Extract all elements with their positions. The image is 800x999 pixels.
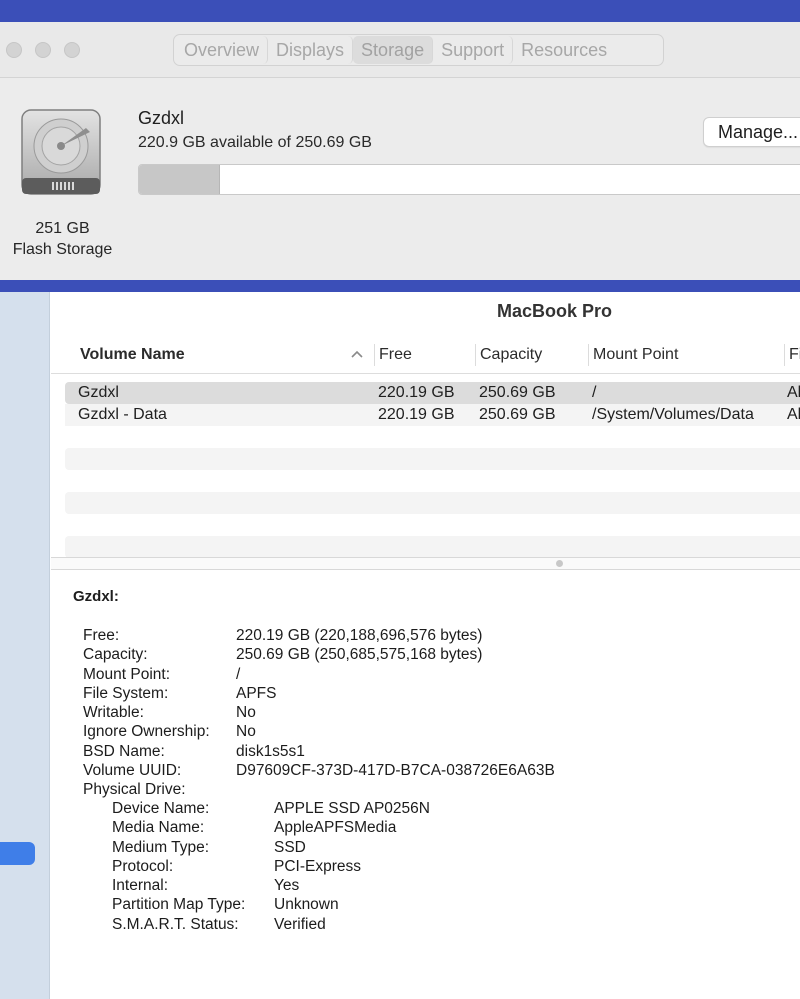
window-title: MacBook Pro (497, 301, 613, 321)
storage-used-segment (139, 165, 220, 194)
detail-label: File System: (83, 684, 169, 702)
tab-resources[interactable]: Resources (513, 36, 615, 64)
physical-drive-values: APPLE SSD AP0256N AppleAPFSMedia SSD PCI… (274, 799, 430, 934)
detail-value: No (236, 723, 256, 741)
detail-value: PCI-Express (274, 857, 361, 875)
detail-labels: Free: Capacity: Mount Point: File System… (83, 626, 210, 800)
close-window-button[interactable] (6, 42, 22, 58)
window-titlebar: Overview Displays Storage Support Resour… (0, 22, 800, 78)
storage-usage-bar (138, 164, 800, 195)
column-header-mount-point[interactable]: Mount Point (588, 344, 678, 366)
hard-drive-icon (21, 109, 101, 195)
tab-storage[interactable]: Storage (353, 36, 434, 64)
detail-value: APFS (236, 684, 277, 702)
cell-volume-name: Gzdxl (78, 384, 119, 401)
cell-file-system: Al (787, 384, 800, 401)
detail-value: disk1s5s1 (236, 742, 305, 760)
detail-label: Device Name: (112, 800, 210, 817)
cell-file-system: Al (787, 406, 800, 423)
cell-volume-name: Gzdxl - Data (78, 406, 167, 423)
empty-table-row (65, 448, 800, 470)
physical-drive-labels: Device Name: Media Name: Medium Type: Pr… (112, 799, 245, 934)
detail-label: Internal: (112, 877, 169, 895)
detail-value: No (236, 704, 256, 722)
tab-displays[interactable]: Displays (268, 36, 354, 64)
detail-values: 220.19 GB (220,188,696,576 bytes) 250.69… (236, 626, 555, 780)
detail-value: Unknown (274, 896, 339, 914)
minimize-window-button[interactable] (35, 42, 51, 58)
detail-label: Free: (83, 627, 120, 644)
column-header-file-system[interactable]: Fi (784, 344, 800, 366)
disk-available-text: 220.9 GB available of 250.69 GB (138, 134, 372, 151)
cell-free: 220.19 GB (378, 406, 455, 423)
table-row[interactable]: Gzdxl 220.19 GB 250.69 GB / Al (65, 382, 800, 404)
cell-free: 220.19 GB (378, 384, 455, 401)
detail-label: Medium Type: (112, 838, 210, 856)
cell-mount-point: /System/Volumes/Data (592, 406, 754, 423)
detail-label: Capacity: (83, 646, 148, 664)
sidebar-selected-item[interactable] (0, 842, 35, 865)
disk-type-label: Flash Storage (12, 241, 113, 258)
detail-label: Protocol: (112, 857, 174, 875)
sort-ascending-icon[interactable] (350, 349, 364, 359)
detail-value: Verified (274, 915, 326, 933)
detail-label: Volume UUID: (83, 762, 182, 780)
detail-label: Mount Point: (83, 665, 171, 683)
sidebar (0, 292, 50, 999)
empty-table-row (65, 492, 800, 514)
tab-support[interactable]: Support (433, 36, 514, 64)
volume-table-header: Volume Name Free Capacity Mount Point Fi (51, 334, 800, 374)
detail-value: 250.69 GB (250,685,575,168 bytes) (236, 646, 483, 664)
detail-label: Media Name: (112, 819, 205, 837)
detail-label: Partition Map Type: (112, 896, 246, 914)
detail-value: D97609CF-373D-417D-B7CA-038726E6A63B (236, 762, 555, 780)
disk-name: Gzdxl (138, 108, 185, 128)
split-view-divider[interactable] (51, 557, 800, 570)
cell-capacity: 250.69 GB (479, 384, 556, 401)
tab-overview[interactable]: Overview (176, 36, 269, 64)
empty-table-row (65, 536, 800, 558)
cell-mount-point: / (592, 384, 597, 401)
detail-label: Physical Drive: (83, 781, 186, 799)
tab-bar: Overview Displays Storage Support Resour… (173, 34, 664, 66)
detail-value: Yes (274, 877, 300, 895)
system-information-window: MacBook Pro Volume Name Free Capacity Mo… (0, 292, 800, 999)
detail-label: Writable: (83, 704, 144, 722)
detail-label: S.M.A.R.T. Status: (112, 915, 239, 933)
disk-capacity-caption: 251 GB Flash Storage (0, 218, 125, 260)
column-header-free[interactable]: Free (374, 344, 412, 366)
detail-label: Ignore Ownership: (83, 723, 210, 741)
detail-label: BSD Name: (83, 742, 165, 760)
divider-handle-icon[interactable] (556, 560, 563, 567)
detail-value: AppleAPFSMedia (274, 819, 397, 837)
about-this-mac-window: Overview Displays Storage Support Resour… (0, 22, 800, 280)
cell-capacity: 250.69 GB (479, 406, 556, 423)
detail-value: APPLE SSD AP0256N (274, 800, 430, 817)
detail-value: SSD (274, 838, 306, 856)
manage-button[interactable]: Manage... (703, 117, 800, 147)
column-header-capacity[interactable]: Capacity (475, 344, 542, 366)
column-header-volume-name[interactable]: Volume Name (80, 344, 185, 366)
table-row[interactable]: Gzdxl - Data 220.19 GB 250.69 GB /System… (65, 404, 800, 426)
detail-value: / (236, 665, 241, 683)
zoom-window-button[interactable] (64, 42, 80, 58)
detail-title: Gzdxl: (73, 588, 119, 605)
detail-value: 220.19 GB (220,188,696,576 bytes) (236, 627, 483, 644)
disk-size-label: 251 GB (35, 220, 90, 237)
